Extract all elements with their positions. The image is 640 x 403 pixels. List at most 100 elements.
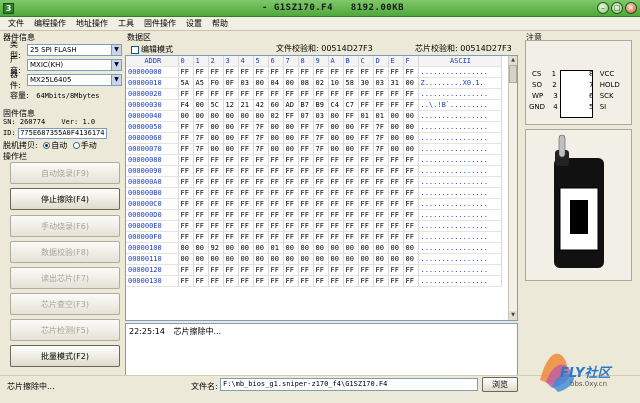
hex-byte[interactable]: FF <box>238 220 254 232</box>
hex-byte[interactable]: 00 <box>313 242 329 254</box>
hex-byte[interactable]: 00 <box>193 99 209 111</box>
hex-byte[interactable]: 00 <box>283 121 299 133</box>
hex-byte[interactable]: 00 <box>283 253 299 265</box>
hex-byte[interactable]: FF <box>298 220 314 232</box>
stop-erase-button[interactable]: 停止擦除(F4) <box>10 188 120 210</box>
hex-byte[interactable]: FF <box>388 154 404 166</box>
hex-byte[interactable]: FF <box>223 154 239 166</box>
hex-byte[interactable]: FF <box>313 275 329 287</box>
hex-byte[interactable]: FF <box>298 121 314 133</box>
hex-byte[interactable]: FF <box>193 176 209 188</box>
hex-byte[interactable]: FF <box>223 231 239 243</box>
hex-byte[interactable]: 7F <box>313 132 329 144</box>
hex-byte[interactable]: FF <box>178 121 194 133</box>
hex-byte[interactable]: FF <box>268 66 284 78</box>
hex-byte[interactable]: FF <box>283 154 299 166</box>
scroll-up-icon[interactable]: ▲ <box>509 56 517 65</box>
hex-byte[interactable]: FF <box>193 264 209 276</box>
hex-byte[interactable]: FF <box>208 154 224 166</box>
hex-byte[interactable]: 00 <box>268 132 284 144</box>
hex-byte[interactable]: 7F <box>313 143 329 155</box>
hex-byte[interactable]: FF <box>373 264 389 276</box>
hex-byte[interactable]: FF <box>373 209 389 221</box>
auto-burn-button[interactable]: 自动烧录(F9) <box>10 162 120 184</box>
hex-byte[interactable]: FF <box>298 165 314 177</box>
hex-byte[interactable]: FF <box>403 220 419 232</box>
hex-byte[interactable]: FF <box>283 176 299 188</box>
table-row[interactable]: 00000080 FF FF FF FF FF FF FF FF FF FF FF FF FF FF FF FF… <box>126 154 502 166</box>
hex-byte[interactable]: 00 <box>328 121 344 133</box>
hex-byte[interactable]: FF <box>223 264 239 276</box>
hex-byte[interactable]: 31 <box>388 77 404 89</box>
hex-byte[interactable]: 5C <box>208 99 224 111</box>
hex-byte[interactable]: FF <box>208 220 224 232</box>
hex-byte[interactable]: 00 <box>343 253 359 265</box>
hex-byte[interactable]: 00 <box>223 121 239 133</box>
hex-byte[interactable]: FF <box>238 66 254 78</box>
hex-byte[interactable]: 03 <box>238 77 254 89</box>
hex-byte[interactable]: FF <box>328 66 344 78</box>
hex-ascii[interactable]: Z.........X0.1. <box>418 77 502 89</box>
hex-ascii[interactable]: ................ <box>418 110 502 122</box>
hex-byte[interactable]: FF <box>358 264 374 276</box>
hex-byte[interactable]: 00 <box>328 253 344 265</box>
hex-byte[interactable]: FF <box>313 88 329 100</box>
hex-byte[interactable]: A5 <box>193 77 209 89</box>
hex-byte[interactable]: FF <box>238 198 254 210</box>
hex-byte[interactable]: 00 <box>388 253 404 265</box>
hex-byte[interactable]: FF <box>358 88 374 100</box>
hex-byte[interactable]: FF <box>298 143 314 155</box>
hex-byte[interactable]: FF <box>358 99 374 111</box>
menu-file[interactable]: 文件 <box>4 17 28 31</box>
chevron-down-icon[interactable]: ▼ <box>111 75 121 85</box>
hex-byte[interactable]: FF <box>403 154 419 166</box>
hex-byte[interactable]: FF <box>328 154 344 166</box>
hex-byte[interactable]: FF <box>223 88 239 100</box>
table-row[interactable]: 000000B0 FF FF FF FF FF FF FF FF FF FF FF FF FF FF FF FF… <box>126 187 502 199</box>
hex-ascii[interactable]: ................ <box>418 187 502 199</box>
hex-byte[interactable]: FF <box>193 209 209 221</box>
hex-ascii[interactable]: ................ <box>418 220 502 232</box>
hex-ascii[interactable]: ................ <box>418 264 502 276</box>
hex-ascii[interactable]: ................ <box>418 176 502 188</box>
hex-byte[interactable]: 00 <box>223 253 239 265</box>
hex-byte[interactable]: FF <box>283 209 299 221</box>
hex-byte[interactable]: FF <box>403 275 419 287</box>
hex-byte[interactable]: 00 <box>343 242 359 254</box>
hex-byte[interactable]: 00 <box>343 132 359 144</box>
chip-detect-button[interactable]: 芯片检测(F5) <box>10 319 120 341</box>
hex-byte[interactable]: FF <box>343 88 359 100</box>
hex-byte[interactable]: FF <box>313 165 329 177</box>
hex-byte[interactable]: F4 <box>178 99 194 111</box>
hex-byte[interactable]: FF <box>403 176 419 188</box>
hex-byte[interactable]: 01 <box>268 242 284 254</box>
table-row[interactable]: 00000110 00 00 00 00 00 00 00 00 00 00 00 00 00 00 00 00… <box>126 253 502 265</box>
hex-byte[interactable]: 04 <box>268 77 284 89</box>
hex-byte[interactable]: FF <box>328 220 344 232</box>
hex-byte[interactable]: FF <box>298 231 314 243</box>
hex-byte[interactable]: 00 <box>328 110 344 122</box>
chevron-down-icon[interactable]: ▼ <box>111 45 121 55</box>
hex-byte[interactable]: FF <box>358 231 374 243</box>
verify-data-button[interactable]: 数据校验(F8) <box>10 241 120 263</box>
hex-byte[interactable]: FF <box>253 66 269 78</box>
hex-byte[interactable]: FF <box>403 187 419 199</box>
vendor-select[interactable]: MXIC(KH) ▼ <box>27 59 122 71</box>
hex-byte[interactable]: 00 <box>388 132 404 144</box>
hex-byte[interactable]: FF <box>328 165 344 177</box>
hex-byte[interactable]: 58 <box>343 77 359 89</box>
hex-byte[interactable]: FF <box>268 264 284 276</box>
hex-byte[interactable]: 07 <box>298 110 314 122</box>
menu-program[interactable]: 编程操作 <box>30 17 70 31</box>
hex-byte[interactable]: FF <box>268 187 284 199</box>
hex-byte[interactable]: FF <box>358 165 374 177</box>
hex-byte[interactable]: FF <box>223 275 239 287</box>
hex-byte[interactable]: FF <box>403 165 419 177</box>
hex-byte[interactable]: 00 <box>328 132 344 144</box>
hex-byte[interactable]: FF <box>298 198 314 210</box>
hex-byte[interactable]: 00 <box>358 253 374 265</box>
hex-byte[interactable]: 7F <box>253 132 269 144</box>
menu-address[interactable]: 地址操作 <box>72 17 112 31</box>
hex-byte[interactable]: 00 <box>223 143 239 155</box>
hex-byte[interactable]: FF <box>328 187 344 199</box>
